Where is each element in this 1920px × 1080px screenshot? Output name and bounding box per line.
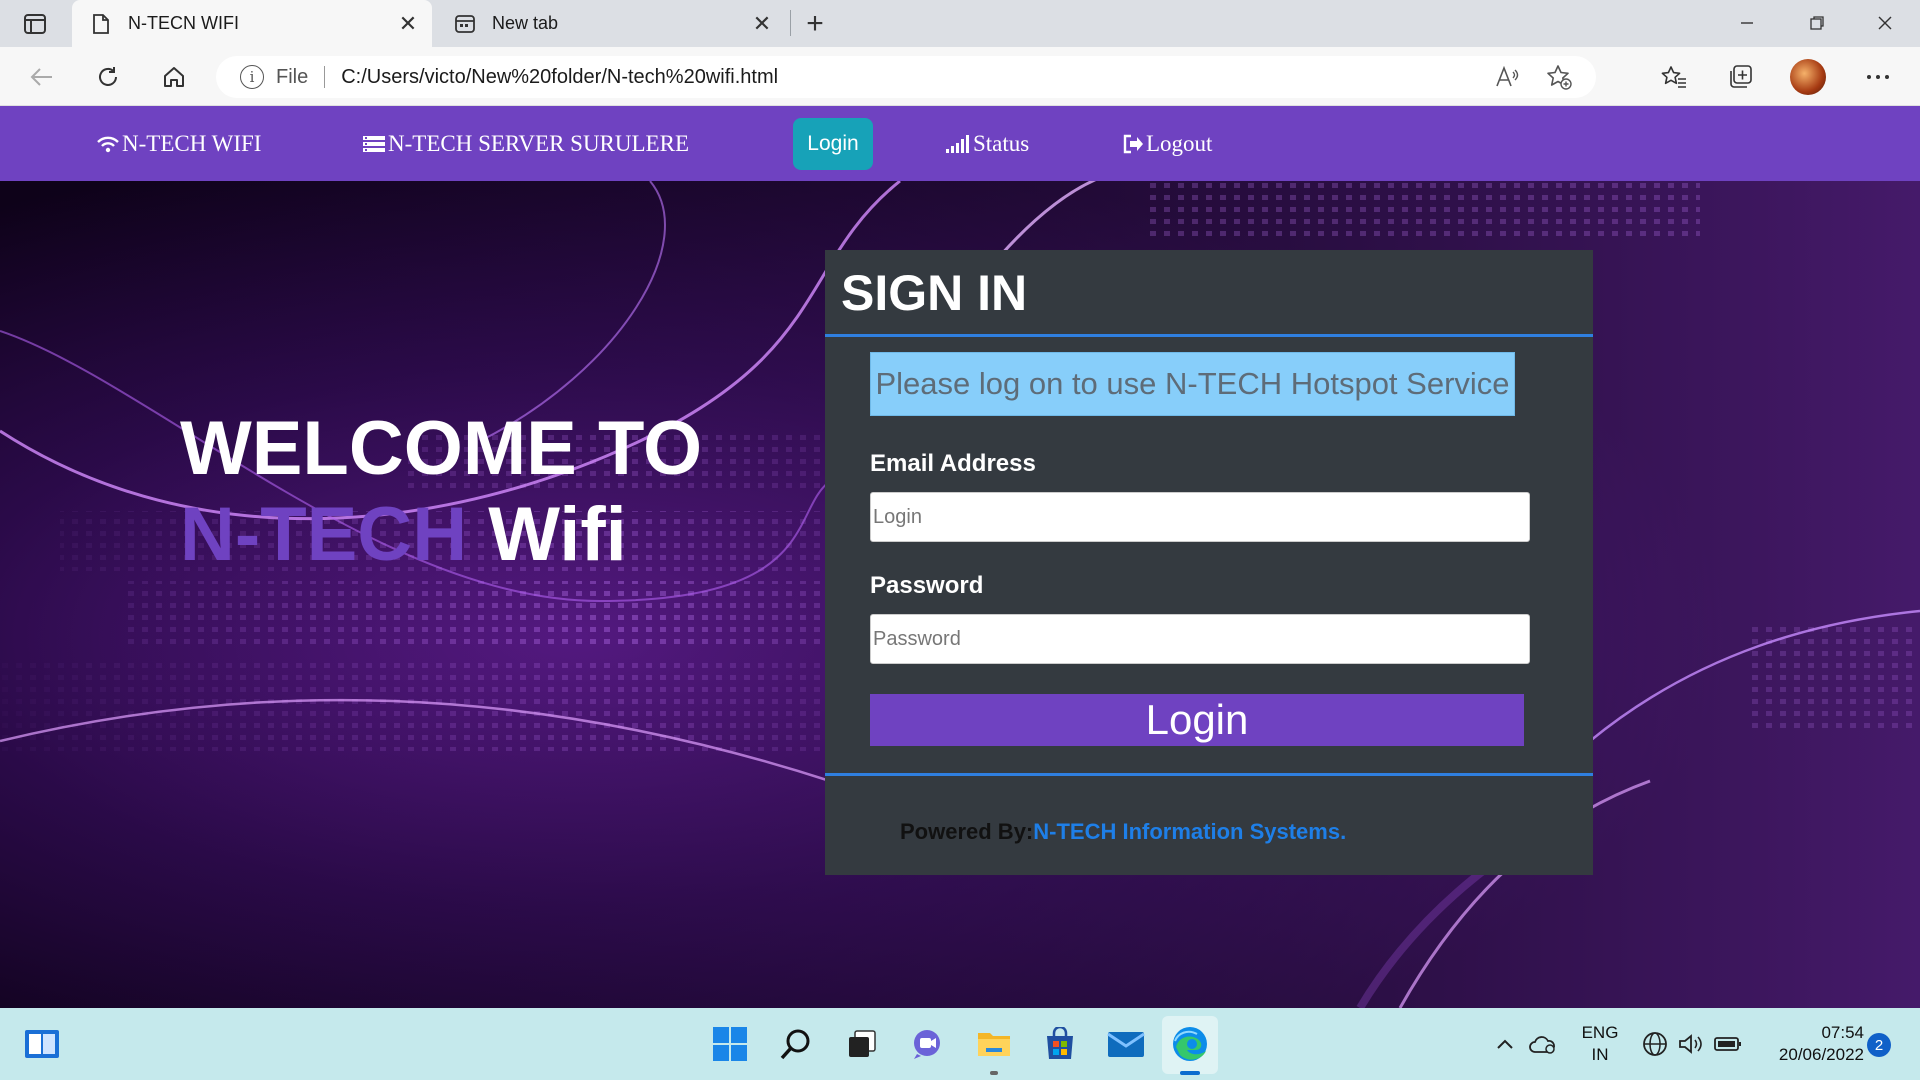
tab-new-tab[interactable]: New tab ✕ [436,0,786,47]
login-submit-button[interactable]: Login [870,694,1524,746]
scheme-label: File [276,65,309,88]
file-explorer-icon[interactable] [972,1022,1016,1066]
powered-prefix: Powered By: [900,819,1034,844]
title-divider [825,334,1593,337]
close-tab-icon[interactable]: ✕ [396,11,420,36]
nav-status-label: Status [973,130,1030,156]
teams-chat-icon[interactable] [906,1022,950,1066]
start-icon[interactable] [708,1022,752,1066]
widgets-icon[interactable] [20,1022,64,1066]
edge-browser-icon[interactable] [1168,1022,1212,1066]
nav-brand-label: N-TECH WIFI [122,130,262,156]
email-field[interactable] [870,492,1530,542]
site-info-icon[interactable]: i [240,65,264,89]
add-favorite-icon[interactable] [1544,62,1574,92]
tab-actions-icon[interactable] [20,10,50,37]
signin-card: SIGN IN Please log on to use N-TECH Hots… [825,250,1593,875]
read-aloud-icon[interactable] [1492,62,1522,92]
clock-date: 20/06/2022 [1778,1045,1864,1064]
refresh-icon[interactable] [90,59,126,95]
clock[interactable]: 07:54 20/06/2022 [1754,1022,1864,1066]
powered-company-link[interactable]: N-TECH Information Systems. [1033,819,1346,844]
powered-by: Powered By:N-TECH Information Systems. [900,819,1346,845]
network-globe-icon[interactable] [1638,1022,1672,1066]
restore-icon[interactable] [1802,8,1832,38]
document-icon [90,13,112,35]
tab-title: New tab [492,13,559,33]
nav-logout-label: Logout [1146,130,1213,156]
battery-icon[interactable] [1710,1022,1746,1066]
password-field[interactable] [870,614,1530,664]
nav-brand[interactable]: N-TECH WIFI [96,106,261,181]
browser-toolbar: i File C:/Users/victo/New%20folder/N-tec… [0,47,1920,106]
address-bar[interactable]: i File C:/Users/victo/New%20folder/N-tec… [216,56,1596,98]
language-code: ENG [1581,1023,1619,1042]
input-language-indicator[interactable]: ENG IN [1570,1022,1630,1066]
clock-time: 07:54 [1821,1023,1864,1042]
edge-active-indicator [1180,1071,1200,1075]
signin-title: SIGN IN [841,265,1028,321]
nav-status[interactable]: Status [945,106,1029,181]
password-label: Password [870,572,984,599]
minimize-icon[interactable] [1732,8,1762,38]
volume-icon[interactable] [1674,1022,1708,1066]
logout-icon [1123,134,1143,153]
login-notice: Please log on to use N-TECH Hotspot Serv… [870,352,1515,416]
welcome-line2: N-TECH Wifi [180,492,702,578]
back-arrow-icon[interactable] [24,59,60,95]
show-hidden-icons-chevron-icon[interactable] [1490,1022,1520,1066]
welcome-heading: WELCOME TO N-TECH Wifi [180,406,702,578]
close-tab-icon[interactable]: ✕ [750,11,774,36]
tab-ntech-wifi[interactable]: N-TECN WIFI ✕ [72,0,432,47]
browser-tab-strip: N-TECN WIFI ✕ New tab ✕ + [0,0,1920,47]
onedrive-cloud-icon[interactable] [1526,1022,1560,1066]
nav-server[interactable]: N-TECH SERVER SURULERE [362,106,689,181]
mail-icon[interactable] [1104,1022,1148,1066]
top-navbar: N-TECH WIFI N-TECH SERVER SURULERE Login… [0,106,1920,181]
email-label: Email Address [870,450,1036,477]
signal-bars-icon [946,134,969,153]
windows-taskbar: ENG IN 07:54 20/06/2022 [0,1008,1920,1080]
collections-icon[interactable] [1722,59,1758,95]
welcome-brand: N-TECH [180,492,468,577]
tab-divider [790,10,791,36]
close-window-icon[interactable] [1870,8,1900,38]
address-divider [324,66,326,88]
nav-logout[interactable]: Logout [1122,106,1212,181]
explorer-running-indicator [990,1071,998,1075]
home-icon[interactable] [156,59,192,95]
nav-server-label: N-TECH SERVER SURULERE [388,130,689,156]
welcome-wifi: Wifi [467,492,627,577]
welcome-line1: WELCOME TO [180,406,703,491]
new-tab-button[interactable]: + [800,7,830,40]
search-icon[interactable] [774,1022,818,1066]
wifi-icon [97,136,119,152]
new-tab-page-icon [454,13,476,35]
profile-avatar[interactable] [1790,59,1826,95]
notification-count-badge[interactable]: 2 [1867,1033,1891,1057]
footer-divider [825,773,1593,776]
keyboard-region: IN [1591,1045,1609,1064]
store-icon[interactable] [1038,1022,1082,1066]
more-menu-icon[interactable] [1860,59,1896,95]
nav-login-button[interactable]: Login [793,118,873,170]
server-icon [363,135,385,152]
url-text[interactable]: C:/Users/victo/New%20folder/N-tech%20wif… [341,66,1492,89]
task-view-icon[interactable] [840,1022,884,1066]
web-page: N-TECH WIFI N-TECH SERVER SURULERE Login… [0,106,1920,1008]
favorites-icon[interactable] [1656,59,1692,95]
tab-title: N-TECN WIFI [128,13,239,33]
